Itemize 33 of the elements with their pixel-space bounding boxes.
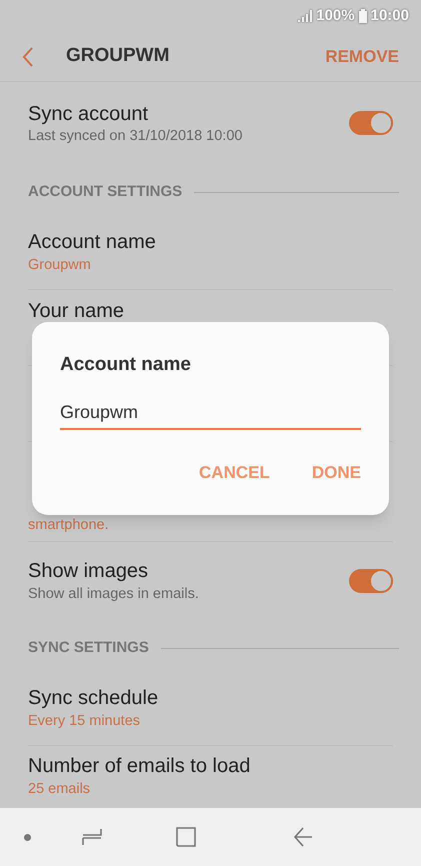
row-subtitle: Groupwm: [28, 256, 92, 274]
back-icon: [22, 46, 34, 66]
settings-row[interactable]: Account name Groupwm: [28, 214, 393, 290]
row-title: Account name: [28, 230, 157, 254]
row-title: Sync account: [28, 102, 150, 127]
row-title: Show images: [28, 559, 150, 584]
toggle-switch[interactable]: [349, 569, 393, 593]
battery-percent: 100%: [316, 6, 355, 26]
section-heading: SYNC SETTINGS: [28, 638, 149, 658]
section-heading: ACCOUNT SETTINGS: [28, 182, 182, 202]
signal-icon: [298, 10, 312, 22]
settings-row[interactable]: Number of emails to load 25 emails: [28, 746, 393, 806]
clock-time: 10:00: [370, 6, 409, 26]
back-icon[interactable]: [293, 827, 313, 847]
battery-icon: [358, 9, 367, 23]
settings-row[interactable]: Sync schedule Every 15 minutes: [28, 670, 393, 746]
row-title: Your name: [28, 299, 125, 324]
row-subtitle: Last synced on 31/10/2018 10:00: [28, 127, 244, 145]
dot-icon[interactable]: [24, 834, 31, 840]
settings-row[interactable]: Sync account Last synced on 31/10/2018 10:00: [0, 82, 421, 164]
page-title: GROUPWM: [66, 44, 170, 68]
input-field[interactable]: Groupwm: [60, 396, 361, 430]
dialog-title: Account name: [60, 353, 192, 377]
row-subtitle: Show all images in emails.: [28, 585, 200, 604]
row-title: Number of emails to load: [28, 754, 252, 779]
row-subtitle: Every 15 minutes: [28, 712, 142, 730]
row-subtitle: 25 emails: [28, 780, 92, 799]
recent-apps-icon[interactable]: [82, 827, 102, 847]
home-icon[interactable]: [176, 827, 196, 847]
settings-row[interactable]: Show images Show all images in emails.: [28, 542, 393, 620]
row-subtitle: smartphone.: [28, 516, 110, 535]
toggle-switch[interactable]: [349, 111, 393, 135]
row-title: Sync schedule: [28, 686, 160, 710]
